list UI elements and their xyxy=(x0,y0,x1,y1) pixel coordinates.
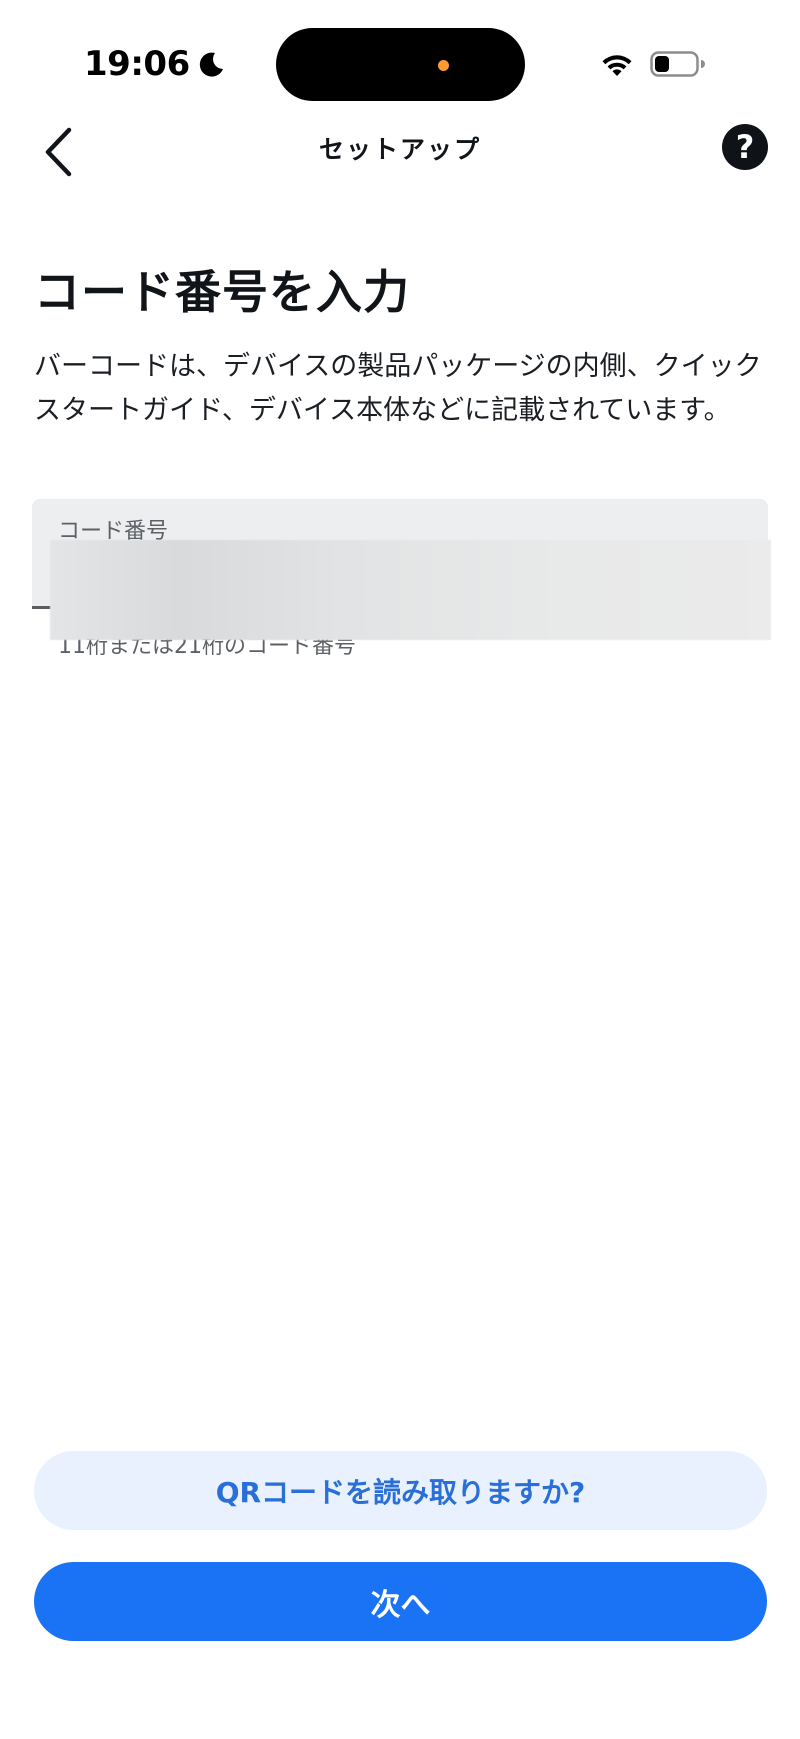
scan-qr-code-button[interactable]: QRコードを読み取りますか? xyxy=(34,1451,767,1530)
status-bar: 19:06 xyxy=(0,0,800,120)
wifi-icon xyxy=(602,55,632,76)
dynamic-island xyxy=(276,28,525,101)
redaction-blur xyxy=(50,540,771,640)
status-time: 19:06 xyxy=(84,44,226,84)
description-text: バーコードは、デバイスの製品パッケージの内側、クイックスタートガイド、デバイス本… xyxy=(34,351,762,426)
privacy-indicator-dot xyxy=(438,60,449,71)
next-button[interactable]: 次へ xyxy=(34,1562,767,1641)
status-time-text: 19:06 xyxy=(84,44,190,84)
page-title: コード番号を入力 xyxy=(34,265,410,319)
help-button[interactable]: ? xyxy=(722,124,768,170)
question-mark-icon: ? xyxy=(735,128,755,166)
nav-bar: セットアップ ? xyxy=(0,112,800,192)
battery-icon xyxy=(650,51,705,77)
nav-title: セットアップ xyxy=(318,135,481,164)
moon-icon xyxy=(199,52,223,77)
